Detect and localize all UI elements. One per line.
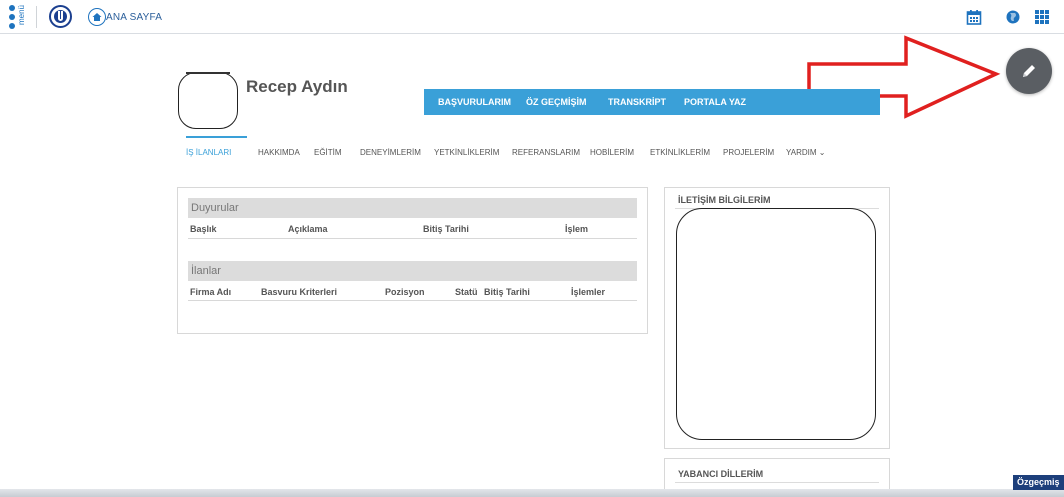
subnav-help-dropdown[interactable]: YARDIM ⌄ bbox=[786, 148, 825, 157]
tab-write-to-portal[interactable]: PORTALA YAZ bbox=[684, 97, 746, 107]
avatar bbox=[178, 72, 238, 129]
column-header: Firma Adı bbox=[190, 287, 232, 297]
column-header: İşlem bbox=[565, 224, 589, 234]
apps-grid-icon[interactable] bbox=[1034, 9, 1050, 25]
tab-transcript[interactable]: TRANSKRİPT bbox=[608, 97, 666, 107]
subnav-education[interactable]: EĞİTİM bbox=[314, 148, 342, 157]
menu-label: menü bbox=[17, 5, 26, 26]
active-tab-indicator bbox=[186, 136, 247, 138]
tab-applications[interactable]: BAŞVURULARIM bbox=[438, 97, 511, 107]
divider bbox=[675, 482, 879, 483]
subnav-hobbies[interactable]: HOBİLERİM bbox=[590, 148, 634, 157]
announcements-header: Duyurular bbox=[188, 198, 637, 218]
subnav-about-me[interactable]: HAKKIMDA bbox=[258, 148, 300, 157]
column-header: Bitiş Tarihi bbox=[484, 287, 530, 297]
profile-name: Recep Aydın bbox=[246, 77, 348, 96]
menu-dot-icon bbox=[9, 23, 15, 29]
divider bbox=[188, 238, 637, 239]
column-header: Pozisyon bbox=[385, 287, 425, 297]
divider bbox=[188, 300, 637, 301]
listings-header: İlanlar bbox=[188, 261, 637, 281]
column-header: İşlemler bbox=[571, 287, 606, 297]
column-header: Açıklama bbox=[288, 224, 328, 234]
top-bar: menü ANA SAYFA bbox=[0, 0, 1064, 34]
subnav-experiences[interactable]: DENEYİMLERİM bbox=[360, 148, 421, 157]
subnav-references[interactable]: REFERANSLARIM bbox=[512, 148, 580, 157]
listings-panel: Duyurular Başlık Açıklama Bitiş Tarihi İ… bbox=[177, 187, 648, 334]
menu-dot-icon bbox=[9, 5, 15, 11]
avatar-frame bbox=[186, 72, 230, 74]
logo-mark bbox=[54, 10, 67, 23]
column-header: Bitiş Tarihi bbox=[423, 224, 469, 234]
languages-title: YABANCI DİLLERİM bbox=[678, 469, 764, 479]
contact-info-content bbox=[676, 208, 876, 440]
resume-badge[interactable]: Özgeçmiş bbox=[1013, 475, 1064, 490]
menu-button[interactable]: menü bbox=[5, 3, 31, 31]
subnav-job-listings[interactable]: İŞ İLANLARI bbox=[186, 148, 231, 157]
university-logo[interactable] bbox=[49, 5, 72, 28]
column-header: Statü bbox=[455, 287, 478, 297]
column-header: Başlık bbox=[190, 224, 217, 234]
contact-info-panel: İLETİŞİM BİLGİLERİM bbox=[664, 187, 890, 449]
home-icon[interactable] bbox=[88, 8, 106, 26]
pencil-icon bbox=[1023, 65, 1035, 77]
menu-dot-icon bbox=[9, 14, 15, 20]
column-header: Basvuru Kriterleri bbox=[261, 287, 338, 297]
globe-icon[interactable] bbox=[1005, 9, 1021, 25]
profile-tab-bar: BAŞVURULARIM ÖZ GEÇMİŞİM TRANSKRİPT PORT… bbox=[424, 89, 880, 115]
edit-profile-button[interactable] bbox=[1006, 48, 1052, 94]
subnav-activities[interactable]: ETKİNLİKLERİM bbox=[650, 148, 710, 157]
divider bbox=[36, 6, 37, 28]
calendar-icon[interactable] bbox=[966, 9, 982, 25]
tab-resume[interactable]: ÖZ GEÇMİŞİM bbox=[526, 97, 587, 107]
page-bottom-edge bbox=[0, 489, 1064, 497]
subnav-projects[interactable]: PROJELERİM bbox=[723, 148, 774, 157]
subnav-skills[interactable]: YETKİNLİKLERİM bbox=[434, 148, 499, 157]
contact-info-title: İLETİŞİM BİLGİLERİM bbox=[678, 195, 771, 205]
home-link[interactable]: ANA SAYFA bbox=[106, 12, 162, 23]
